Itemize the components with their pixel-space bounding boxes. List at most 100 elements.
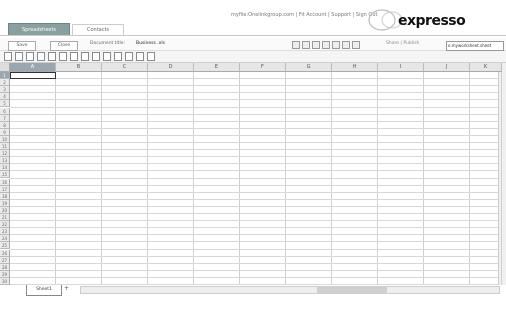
column-header-d[interactable]: D	[148, 63, 194, 72]
undo-icon[interactable]	[292, 41, 300, 49]
column-gridline	[147, 72, 148, 285]
add-sheet-button[interactable]: +	[64, 285, 69, 292]
column-header-k[interactable]: K	[470, 63, 502, 72]
insert-function-icon[interactable]	[147, 52, 155, 61]
user-info-links[interactable]: myfile:Onelinkgroup.com | Fit Account | …	[231, 12, 378, 18]
paste-icon[interactable]	[332, 41, 340, 49]
row-header-19[interactable]: 19	[0, 199, 10, 207]
column-header-g[interactable]: G	[286, 63, 332, 72]
copy-icon[interactable]	[322, 41, 330, 49]
sort-ascending-icon[interactable]	[92, 52, 100, 61]
fill-color-icon[interactable]	[48, 52, 56, 61]
column-header-h[interactable]: H	[332, 63, 378, 72]
sheet-tab[interactable]: Sheet1	[26, 285, 62, 296]
row-header-15[interactable]: 15	[0, 171, 10, 179]
font-color-icon[interactable]	[37, 52, 45, 61]
redo-icon[interactable]	[302, 41, 310, 49]
column-header-i[interactable]: I	[378, 63, 424, 72]
column-header-j[interactable]: J	[424, 63, 470, 72]
vertical-scrollbar[interactable]	[498, 63, 506, 285]
row-header-28[interactable]: 28	[0, 263, 10, 271]
row-header-5[interactable]: 5	[0, 100, 10, 108]
row-header-10[interactable]: 10	[0, 135, 10, 143]
print-icon[interactable]	[342, 41, 350, 49]
row-gridline	[10, 106, 498, 108]
row-gridline	[10, 85, 498, 87]
find-icon[interactable]	[352, 41, 360, 49]
worksheet-field[interactable]: e.myworksheet.sheet	[446, 41, 504, 51]
column-gridline	[377, 72, 378, 285]
row-gridline	[10, 227, 498, 229]
column-header-b[interactable]: B	[56, 63, 102, 72]
sort-descending-icon[interactable]	[103, 52, 111, 61]
active-cell[interactable]	[10, 72, 56, 80]
column-header-a[interactable]: A	[10, 63, 56, 72]
column-gridline	[501, 72, 502, 285]
row-gridline	[10, 184, 498, 186]
border-icon[interactable]	[125, 52, 133, 61]
sheet-bar: Sheet1 +	[0, 285, 506, 318]
merge-cells-icon[interactable]	[136, 52, 144, 61]
column-gridline	[101, 72, 102, 285]
row-gridline	[10, 78, 498, 80]
row-header-21[interactable]: 21	[0, 214, 10, 222]
close-button[interactable]: Close	[50, 41, 78, 51]
column-gridline	[423, 72, 424, 285]
row-gridline	[10, 177, 498, 179]
share-links[interactable]: Share | Publish	[386, 41, 419, 46]
row-gridline	[10, 213, 498, 214]
column-header-e[interactable]: E	[194, 63, 240, 72]
row-header-17[interactable]: 17	[0, 185, 10, 193]
select-all-corner[interactable]	[0, 63, 10, 72]
expresso-logo: expresso	[368, 8, 466, 32]
column-gridline	[331, 72, 332, 285]
align-right-icon[interactable]	[81, 52, 89, 61]
row-header-24[interactable]: 24	[0, 235, 10, 243]
row-header-11[interactable]: 11	[0, 143, 10, 151]
row-header-9[interactable]: 9	[0, 128, 10, 136]
column-gridline	[239, 72, 240, 285]
row-header-14[interactable]: 14	[0, 164, 10, 172]
row-header-12[interactable]: 12	[0, 150, 10, 158]
column-header-f[interactable]: F	[240, 63, 286, 72]
chart-icon[interactable]	[114, 52, 122, 61]
row-header-22[interactable]: 22	[0, 221, 10, 229]
row-gridline	[10, 220, 498, 222]
row-header-30[interactable]: 30	[0, 277, 10, 285]
document-title-value[interactable]: Business .xls	[136, 41, 165, 46]
row-header-7[interactable]: 7	[0, 114, 10, 122]
row-header-4[interactable]: 4	[0, 93, 10, 101]
column-gridline	[285, 72, 286, 285]
row-gridline	[10, 170, 498, 172]
align-center-icon[interactable]	[70, 52, 78, 61]
horizontal-scrollbar[interactable]	[80, 286, 500, 294]
underline-icon[interactable]	[26, 52, 34, 61]
row-header-29[interactable]: 29	[0, 270, 10, 278]
row-header-18[interactable]: 18	[0, 192, 10, 200]
row-header-27[interactable]: 27	[0, 256, 10, 264]
row-header-1[interactable]: 1	[0, 72, 10, 80]
row-header-16[interactable]: 16	[0, 178, 10, 186]
row-gridline	[10, 99, 498, 101]
row-gridline	[10, 191, 498, 193]
save-button[interactable]: Save	[8, 41, 36, 51]
row-header-13[interactable]: 13	[0, 157, 10, 165]
scrollbar-thumb[interactable]	[317, 287, 387, 293]
column-header-c[interactable]: C	[102, 63, 148, 72]
row-header-20[interactable]: 20	[0, 206, 10, 214]
row-header-25[interactable]: 25	[0, 242, 10, 250]
cut-icon[interactable]	[312, 41, 320, 49]
row-gridline	[10, 255, 498, 257]
row-gridline	[10, 127, 498, 129]
row-header-8[interactable]: 8	[0, 121, 10, 129]
spreadsheet-grid[interactable]: A B C D E F G H I J K 1 2 3 4 5 6 7 8 9 10 11 12 13 14 15 16 17 18 19…	[0, 63, 506, 285]
row-gridline	[10, 120, 498, 122]
align-left-icon[interactable]	[59, 52, 67, 61]
row-header-2[interactable]: 2	[0, 79, 10, 87]
bold-icon[interactable]	[4, 52, 12, 61]
row-header-26[interactable]: 26	[0, 249, 10, 257]
row-header-6[interactable]: 6	[0, 107, 10, 115]
row-header-23[interactable]: 23	[0, 228, 10, 236]
italic-icon[interactable]	[15, 52, 23, 61]
row-header-3[interactable]: 3	[0, 86, 10, 94]
